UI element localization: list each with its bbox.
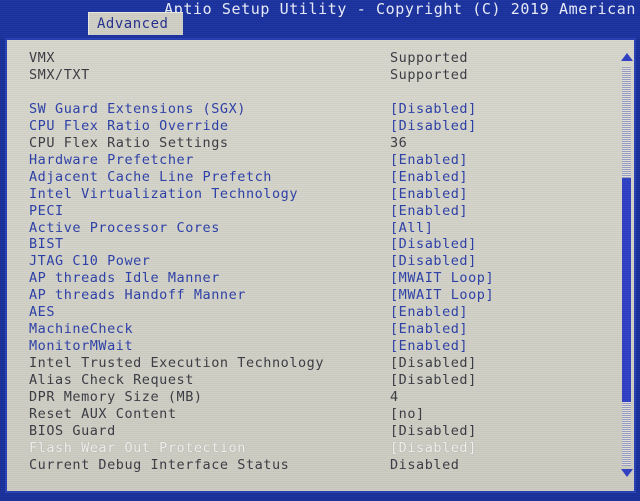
setting-value: Disabled <box>390 456 460 473</box>
setting-value[interactable]: [Disabled] <box>390 118 477 135</box>
setting-label: BIST <box>29 236 64 253</box>
setting-value[interactable]: [no] <box>390 406 425 423</box>
setting-row[interactable]: Adjacent Cache Line Prefetch [Enabled] <box>7 169 607 186</box>
setting-row: CPU Flex Ratio Settings 36 <box>7 135 607 152</box>
tab-advanced[interactable]: Advanced <box>88 12 183 35</box>
setting-label: SW Guard Extensions (SGX) <box>29 100 246 117</box>
setting-label: AP threads Handoff Manner <box>29 287 246 304</box>
setting-row: SMX/TXT Supported <box>7 67 607 84</box>
setting-label: CPU Flex Ratio Settings <box>29 134 229 151</box>
setting-value[interactable]: [Enabled] <box>390 338 468 355</box>
setting-value[interactable]: [Disabled] <box>390 372 477 389</box>
setting-row[interactable]: MonitorMWait [Enabled] <box>7 338 607 355</box>
setting-value[interactable]: [Disabled] <box>390 236 477 253</box>
scrollbar[interactable] <box>619 50 634 482</box>
scrollbar-thumb[interactable] <box>622 178 631 402</box>
setting-value[interactable]: [All] <box>390 220 433 237</box>
tab-advanced-label: Advanced <box>97 16 169 32</box>
setting-value[interactable]: [Enabled] <box>390 152 468 169</box>
setting-row[interactable]: Active Processor Cores [All] <box>7 220 607 237</box>
setting-label: JTAG C10 Power <box>29 253 151 270</box>
setting-value[interactable]: [Disabled] <box>390 101 477 118</box>
setting-label: Active Processor Cores <box>29 219 220 236</box>
setting-row[interactable]: PECI [Enabled] <box>7 203 607 220</box>
setting-row[interactable]: AP threads Idle Manner [MWAIT Loop] <box>7 270 607 287</box>
setting-label: Intel Virtualization Technology <box>29 185 299 202</box>
setting-value[interactable]: [Enabled] <box>390 304 468 321</box>
setting-row[interactable]: Hardware Prefetcher [Enabled] <box>7 152 607 169</box>
setting-value[interactable]: [MWAIT Loop] <box>390 270 494 287</box>
setting-row: VMX Supported <box>7 50 607 67</box>
setting-row[interactable]: BIOS Guard [Disabled] <box>7 423 607 440</box>
setting-value[interactable]: [Disabled] <box>390 440 477 457</box>
setting-row[interactable]: Intel Trusted Execution Technology [Disab… <box>7 355 607 372</box>
setting-value[interactable]: [Enabled] <box>390 321 468 338</box>
scroll-down-arrow-icon[interactable] <box>621 469 633 477</box>
setting-label: Intel Trusted Execution Technology <box>29 355 325 372</box>
settings-spacer <box>7 84 607 101</box>
setting-label: Alias Check Request <box>29 372 194 389</box>
setting-label: BIOS Guard <box>29 422 116 439</box>
setting-row[interactable]: MachineCheck [Enabled] <box>7 321 607 338</box>
setting-value[interactable]: [Enabled] <box>390 203 468 220</box>
setting-label: MonitorMWait <box>29 338 134 355</box>
setting-row[interactable]: Reset AUX Content [no] <box>7 406 607 423</box>
bios-setup-screen: Aptio Setup Utility - Copyright (C) 2019… <box>0 0 640 501</box>
setting-value[interactable]: [MWAIT Loop] <box>390 287 494 304</box>
scroll-up-arrow-icon[interactable] <box>621 53 633 61</box>
setting-value[interactable]: [Enabled] <box>390 186 468 203</box>
setting-row[interactable]: CPU Flex Ratio Override [Disabled] <box>7 118 607 135</box>
setting-label: Current Debug Interface Status <box>29 456 290 473</box>
setting-value: 4 <box>390 389 399 405</box>
setting-value[interactable]: [Disabled] <box>390 423 477 440</box>
setting-label: Flash Wear Out Protection <box>29 439 246 456</box>
setting-row[interactable]: Intel Virtualization Technology [Enabled] <box>7 186 607 203</box>
setting-row: Current Debug Interface Status Disabled <box>7 457 607 474</box>
setting-row[interactable]: SW Guard Extensions (SGX) [Disabled] <box>7 101 607 118</box>
header-bar: Aptio Setup Utility - Copyright (C) 2019… <box>0 0 640 38</box>
setting-label: MachineCheck <box>29 321 134 338</box>
setting-row[interactable]: AES [Enabled] <box>7 304 607 321</box>
setting-value: 36 <box>390 134 408 151</box>
setting-row[interactable]: Alias Check Request [Disabled] <box>7 372 607 389</box>
setting-row: DPR Memory Size (MB) 4 <box>7 389 607 406</box>
setting-row[interactable]: BIST [Disabled] <box>7 236 607 253</box>
setting-label: AP threads Idle Manner <box>29 270 220 287</box>
setting-row[interactable]: AP threads Handoff Manner [MWAIT Loop] <box>7 287 607 304</box>
setting-row[interactable]: Flash Wear Out Protection [Disabled] <box>7 440 607 457</box>
setting-label: VMX <box>29 50 56 66</box>
setting-value: Supported <box>390 66 469 83</box>
setting-label: Reset AUX Content <box>29 405 177 422</box>
setting-label: PECI <box>29 202 64 219</box>
setting-label: AES <box>29 304 56 321</box>
setting-label: SMX/TXT <box>29 66 90 83</box>
setting-label: Adjacent Cache Line Prefetch <box>29 168 272 185</box>
setting-value[interactable]: [Disabled] <box>390 355 477 372</box>
setting-row[interactable]: JTAG C10 Power [Disabled] <box>7 253 607 270</box>
setting-value: Supported <box>390 50 469 66</box>
setting-label: Hardware Prefetcher <box>29 151 194 168</box>
setting-label: CPU Flex Ratio Override <box>29 117 229 134</box>
settings-panel: VMX Supported SMX/TXT Supported SW Guard Ext… <box>5 38 636 493</box>
setting-label: DPR Memory Size (MB) <box>29 389 203 405</box>
settings-list: VMX Supported SMX/TXT Supported SW Guard Ext… <box>7 40 634 491</box>
setting-value[interactable]: [Disabled] <box>390 253 477 270</box>
setting-value[interactable]: [Enabled] <box>390 169 468 186</box>
